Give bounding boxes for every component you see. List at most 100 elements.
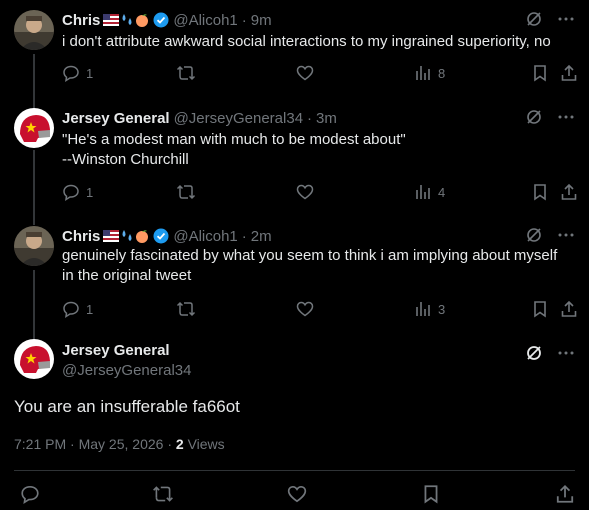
reply-icon[interactable] (20, 484, 40, 504)
views-label: Views (187, 436, 225, 452)
chris-avatar[interactable] (14, 226, 54, 266)
share-icon (561, 183, 577, 200)
author-handle[interactable]: @JerseyGeneral34 (174, 110, 303, 127)
reply-icon (63, 184, 79, 201)
separator: · (307, 109, 313, 127)
repost-icon[interactable] (152, 484, 174, 504)
author-name[interactable]: Jersey General (62, 342, 170, 359)
heart-icon (296, 301, 314, 317)
repost-button[interactable] (176, 300, 196, 318)
repost-button[interactable] (176, 64, 196, 82)
tweet-text: "He's a modest man with much to be modes… (62, 130, 575, 170)
separator: · (70, 436, 75, 452)
reply-button[interactable]: 1 (62, 64, 93, 82)
bookmark-button[interactable] (532, 64, 548, 82)
timestamp[interactable]: 3m (316, 110, 337, 127)
chris-avatar[interactable] (14, 10, 54, 50)
share-icon (561, 64, 577, 81)
more-options-icon[interactable] (557, 108, 575, 126)
separator: · (241, 227, 247, 245)
more-options-icon[interactable] (557, 10, 575, 28)
like-button[interactable] (296, 183, 314, 201)
peach-icon (136, 230, 149, 243)
analytics-icon (416, 185, 430, 199)
view-count: 3 (438, 301, 446, 317)
author-name[interactable]: Chris (62, 228, 100, 245)
author-name[interactable]: Jersey General (62, 110, 170, 127)
verified-badge-icon (153, 12, 169, 28)
divider (14, 470, 575, 471)
emoji-flags (103, 13, 149, 27)
action-bar (0, 482, 589, 506)
reply-tweet-3[interactable]: Chris @Alicoh1 · 2m genuinely fascinated… (0, 226, 589, 326)
bookmark-icon (534, 184, 546, 201)
views-button[interactable]: 8 (414, 64, 445, 82)
bookmark-icon (534, 65, 546, 82)
grok-icon[interactable] (525, 108, 543, 126)
author-handle[interactable]: @JerseyGeneral34 (62, 362, 191, 379)
tweet-meta: 7:21 PM · May 25, 2026 · 2 Views (14, 436, 225, 452)
view-count: 4 (438, 184, 446, 200)
repost-icon (176, 65, 196, 81)
analytics-icon (416, 302, 430, 316)
heart-icon[interactable] (287, 484, 307, 504)
reply-tweet-2[interactable]: Jersey General @JerseyGeneral34 · 3m "He… (0, 108, 589, 208)
repost-icon (176, 301, 196, 317)
repost-button[interactable] (176, 183, 196, 201)
like-button[interactable] (296, 64, 314, 82)
bookmark-icon (534, 301, 546, 318)
analytics-icon (416, 66, 430, 80)
reply-button[interactable]: 1 (62, 183, 93, 201)
reply-tweet-1[interactable]: Chris @Alicoh1 · 9m i don't attribute aw… (0, 10, 589, 95)
separator: · (167, 436, 172, 452)
grok-icon[interactable] (525, 226, 543, 244)
more-options-icon[interactable] (557, 226, 575, 244)
timestamp[interactable]: 9m (251, 12, 272, 29)
us-flag-icon (103, 230, 120, 242)
reply-count: 1 (86, 184, 94, 200)
share-button[interactable] (560, 300, 578, 318)
post-date[interactable]: May 25, 2026 (79, 436, 164, 452)
bookmark-button[interactable] (532, 300, 548, 318)
more-options-icon[interactable] (557, 344, 575, 362)
us-flag-icon (103, 14, 120, 26)
reply-icon (63, 301, 79, 318)
separator: · (241, 11, 247, 29)
post-time[interactable]: 7:21 PM (14, 436, 66, 452)
emoji-flags (103, 229, 149, 243)
sweat-drops-icon (122, 14, 132, 25)
helmet-avatar[interactable] (14, 108, 54, 148)
heart-icon (296, 184, 314, 200)
tweet-text-line: in the original tweet (62, 267, 192, 284)
author-handle[interactable]: @Alicoh1 (173, 228, 237, 245)
timestamp[interactable]: 2m (251, 228, 272, 245)
views-button[interactable]: 4 (414, 183, 445, 201)
share-icon (561, 300, 577, 317)
grok-icon[interactable] (525, 10, 543, 28)
tweet-text: i don't attribute awkward social interac… (62, 33, 551, 50)
repost-icon (176, 184, 196, 200)
tweet-text-line: --Winston Churchill (62, 151, 189, 168)
bookmark-button[interactable] (532, 183, 548, 201)
reply-count: 1 (86, 301, 94, 317)
verified-badge-icon (153, 228, 169, 244)
sweat-drops-icon (122, 230, 132, 241)
helmet-avatar[interactable] (14, 339, 54, 379)
reply-count: 1 (86, 65, 94, 81)
author-name[interactable]: Chris (62, 12, 100, 29)
tweet-text: genuinely fascinated by what you seem to… (62, 246, 575, 286)
share-icon[interactable] (555, 484, 575, 504)
views-button[interactable]: 3 (414, 300, 445, 318)
tweet-text-line: "He's a modest man with much to be modes… (62, 131, 406, 148)
author-handle[interactable]: @Alicoh1 (173, 12, 237, 29)
reply-icon (63, 65, 79, 82)
peach-icon (136, 14, 149, 27)
views-count: 2 (175, 436, 184, 452)
share-button[interactable] (560, 64, 578, 82)
grok-icon[interactable] (525, 344, 543, 362)
reply-button[interactable]: 1 (62, 300, 93, 318)
like-button[interactable] (296, 300, 314, 318)
bookmark-icon[interactable] (422, 484, 440, 504)
heart-icon (296, 65, 314, 81)
share-button[interactable] (560, 183, 578, 201)
